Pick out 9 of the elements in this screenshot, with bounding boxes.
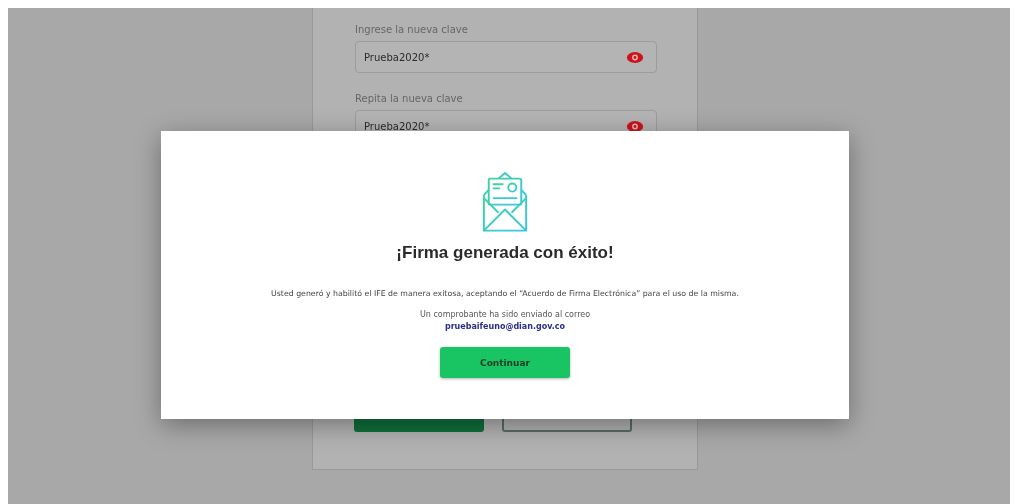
field-label: Repita la nueva clave	[355, 93, 463, 104]
eye-icon[interactable]	[626, 50, 644, 64]
continue-button[interactable]: Continuar	[440, 347, 570, 378]
password-field[interactable]: Prueba2020*	[355, 41, 657, 73]
eye-icon[interactable]	[626, 119, 644, 133]
email-link[interactable]: pruebaifeuno@dian.gov.co	[444, 322, 566, 331]
dialog-note: Un comprobante ha sido enviado al correo	[419, 310, 591, 319]
dialog-title: ¡Firma generada con éxito!	[396, 243, 614, 263]
field-label: Ingrese la nueva clave	[355, 24, 468, 35]
